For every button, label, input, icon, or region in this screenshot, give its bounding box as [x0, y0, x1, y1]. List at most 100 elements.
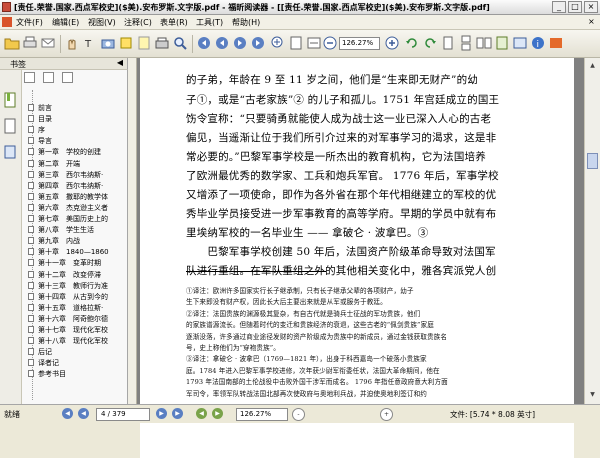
bookmark-item[interactable]: 第十五章 道格拉斯· [28, 303, 103, 313]
full-screen-icon[interactable] [512, 35, 528, 51]
bookmark-item[interactable]: 第五章 撒耶的教学体 [28, 192, 108, 202]
bookmark-item[interactable]: 第十四章 从古到今的 [28, 292, 108, 302]
first-page-icon[interactable] [196, 35, 212, 51]
menu-file[interactable]: 文件(F) [16, 17, 43, 28]
page-icon [28, 281, 34, 289]
vertical-scrollbar[interactable]: ▲ ▼ [584, 58, 600, 404]
bookmark-item[interactable]: 目录 [28, 115, 52, 124]
zoom-combo[interactable]: 126.27% [339, 37, 380, 50]
bookmark-options-icon[interactable] [62, 72, 73, 83]
search-icon[interactable] [172, 35, 188, 51]
status-forward-icon[interactable]: ▶ [212, 408, 223, 419]
zoom-in-icon[interactable] [270, 35, 286, 51]
fit-width-icon[interactable] [306, 35, 322, 51]
page-icon [28, 259, 34, 267]
page-icon [28, 203, 34, 211]
bookmark-item[interactable]: 前言 [28, 104, 52, 113]
status-zoom-out-icon[interactable]: - [292, 408, 305, 421]
hand-tool-icon[interactable] [64, 35, 80, 51]
bookmark-item[interactable]: 第三章 西尔韦纳斯· [28, 170, 103, 180]
snapshot-icon[interactable] [100, 35, 116, 51]
status-zoom-in-icon[interactable]: + [380, 408, 393, 421]
page-number-field[interactable]: 4 / 379 [96, 408, 150, 421]
bookmark-item[interactable]: 第四章 西尔韦纳斯· [28, 181, 103, 191]
status-zoom-field[interactable]: 126.27% [236, 408, 288, 421]
next-page-icon[interactable] [232, 35, 248, 51]
bookmark-item[interactable]: 参考书目 [28, 370, 66, 379]
footnote-line: ③译注：拿破仑 · 波拿巴（1769—1821 年），出身于科西嘉岛一个破落小贵… [186, 355, 427, 364]
document-close-button[interactable]: × [588, 17, 595, 26]
bookmark-item[interactable]: 第七章 美国历史上的 [28, 215, 108, 224]
bookmark-item[interactable]: 第十六章 阿奇鲍尔德 [28, 314, 108, 324]
bookmark-item[interactable]: 第一章 学校的创建 [28, 148, 101, 157]
bookmark-panel-icon[interactable] [494, 35, 510, 51]
bookmark-item[interactable]: 第二章 开端 [28, 159, 80, 169]
bookmark-item[interactable]: 译者记 [28, 359, 59, 368]
zoom-plus-icon[interactable] [384, 35, 400, 51]
ad-icon[interactable] [548, 35, 564, 51]
menu-tools[interactable]: 工具(T) [196, 17, 223, 28]
title-bar: [责任.荣誉.国家.西点军校史]($美).安布罗斯.文字版.pdf - 福昕阅读… [0, 0, 600, 15]
scroll-up-icon[interactable]: ▲ [587, 60, 598, 71]
pages-tab-icon[interactable] [3, 118, 18, 135]
collapse-panel-icon[interactable]: ◀ [117, 58, 123, 67]
status-last-page-icon[interactable]: ▶ [172, 408, 183, 419]
print-icon[interactable] [22, 35, 38, 51]
minimize-button[interactable]: _ [552, 1, 566, 13]
bookmark-item[interactable]: 第六章 杰克逊主义者 [28, 203, 108, 213]
bookmark-label: 第五章 撒耶的教学体 [38, 192, 108, 201]
delete-bookmark-icon[interactable] [24, 72, 35, 83]
body-text-line: 秀毕业学员接受进一步军事教育的高等学府。早期的学员中就有布 [186, 208, 497, 220]
zoom-out-icon[interactable] [322, 35, 338, 51]
status-prev-page-icon[interactable]: ◀ [78, 408, 89, 419]
scroll-down-icon[interactable]: ▼ [587, 389, 598, 400]
menu-form[interactable]: 表单(R) [160, 17, 188, 28]
bookmark-item[interactable]: 第九章 内战 [28, 237, 80, 246]
rotate-left-icon[interactable] [404, 35, 420, 51]
footnote-line: 1793 年法国南部的土伦战役中击败外国干涉军而成名。 1796 年指任意政府意… [186, 378, 448, 387]
bookmark-item[interactable]: 第十二章 改变停滞 [28, 270, 101, 280]
bookmark-list: 前言目录序导言第一章 学校的创建 第二章 开端 第三章 西尔韦纳斯· 第四章 西尔韦纳… [22, 90, 128, 400]
menu-view[interactable]: 视图(V) [88, 17, 116, 28]
bookmark-item[interactable]: 序 [28, 126, 45, 135]
rotate-right-icon[interactable] [422, 35, 438, 51]
bookmark-item[interactable]: 第十八章 现代化军校 [28, 337, 108, 346]
menu-edit[interactable]: 编辑(E) [52, 17, 79, 28]
select-text-icon[interactable]: T [82, 35, 98, 51]
continuous-icon[interactable] [458, 35, 474, 51]
maximize-button[interactable]: □ [568, 1, 582, 13]
open-icon[interactable] [4, 35, 20, 51]
layers-tab-icon[interactable] [3, 144, 18, 161]
new-bookmark-icon[interactable] [43, 72, 54, 83]
email-icon[interactable] [40, 35, 56, 51]
bookmarks-tab-icon[interactable] [3, 92, 18, 109]
close-button[interactable]: × [584, 1, 598, 13]
bookmark-item[interactable]: 导言 [28, 137, 52, 146]
bookmark-item[interactable]: 第十章 1840—1860 [28, 248, 109, 257]
actual-size-icon[interactable] [288, 35, 304, 51]
status-first-page-icon[interactable]: ◀ [62, 408, 73, 419]
bookmark-item[interactable]: 第八章 学生生活 [28, 226, 94, 235]
bookmark-item[interactable]: 第十七章 现代化军校 [28, 326, 108, 335]
menu-help[interactable]: 帮助(H) [232, 17, 260, 28]
page-icon [28, 348, 34, 356]
note-icon[interactable] [136, 35, 152, 51]
status-next-page-icon[interactable]: ▶ [156, 408, 167, 419]
scroll-thumb[interactable] [587, 153, 598, 169]
bookmark-item[interactable]: 第十一章 变革时期 [28, 259, 101, 268]
bookmark-item[interactable]: 第十三章 教师行为准 [28, 281, 108, 291]
info-icon[interactable]: i [530, 35, 546, 51]
toolbar-separator [60, 35, 61, 53]
menu-comment[interactable]: 注释(C) [124, 17, 152, 28]
typewriter-icon[interactable] [154, 35, 170, 51]
page-icon [28, 226, 34, 234]
bookmark-item[interactable]: 后记 [28, 348, 52, 357]
bookmark-toolbar [24, 72, 73, 84]
last-page-icon[interactable] [250, 35, 266, 51]
status-back-icon[interactable]: ◀ [196, 408, 207, 419]
highlight-icon[interactable] [118, 35, 134, 51]
previous-page-icon[interactable] [214, 35, 230, 51]
single-page-icon[interactable] [440, 35, 456, 51]
page-icon [28, 137, 34, 145]
facing-icon[interactable] [476, 35, 492, 51]
